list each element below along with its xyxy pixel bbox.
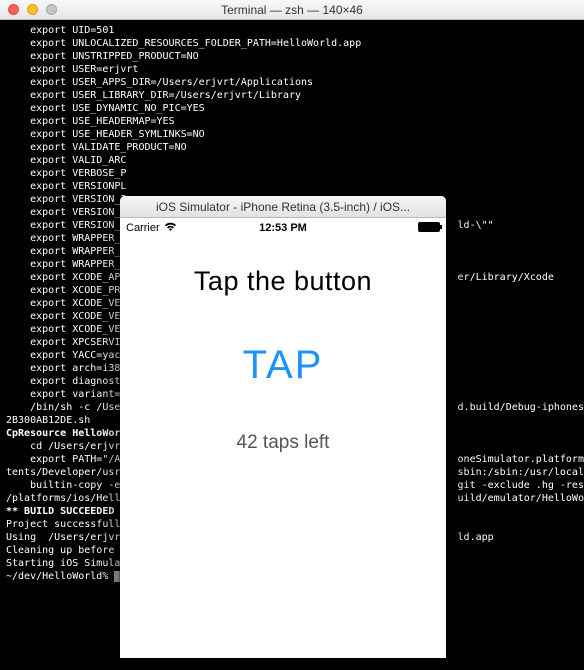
ios-simulator-window[interactable]: iOS Simulator - iPhone Retina (3.5-inch)… xyxy=(120,196,446,658)
simulator-screen[interactable]: Carrier 12:53 PM Tap the button TAP 42 t… xyxy=(120,218,446,658)
terminal-titlebar: Terminal — zsh — 140×46 xyxy=(0,0,584,20)
clock-label: 12:53 PM xyxy=(120,222,446,234)
terminal-title: Terminal — zsh — 140×46 xyxy=(0,3,584,17)
tap-button[interactable]: TAP xyxy=(243,343,324,388)
battery-icon xyxy=(418,222,440,232)
taps-left-label: 42 taps left xyxy=(120,432,446,454)
status-bar: Carrier 12:53 PM xyxy=(120,218,446,238)
simulator-title[interactable]: iOS Simulator - iPhone Retina (3.5-inch)… xyxy=(120,196,446,218)
app-content: Tap the button TAP 42 taps left xyxy=(120,238,446,454)
app-heading: Tap the button xyxy=(120,266,446,297)
